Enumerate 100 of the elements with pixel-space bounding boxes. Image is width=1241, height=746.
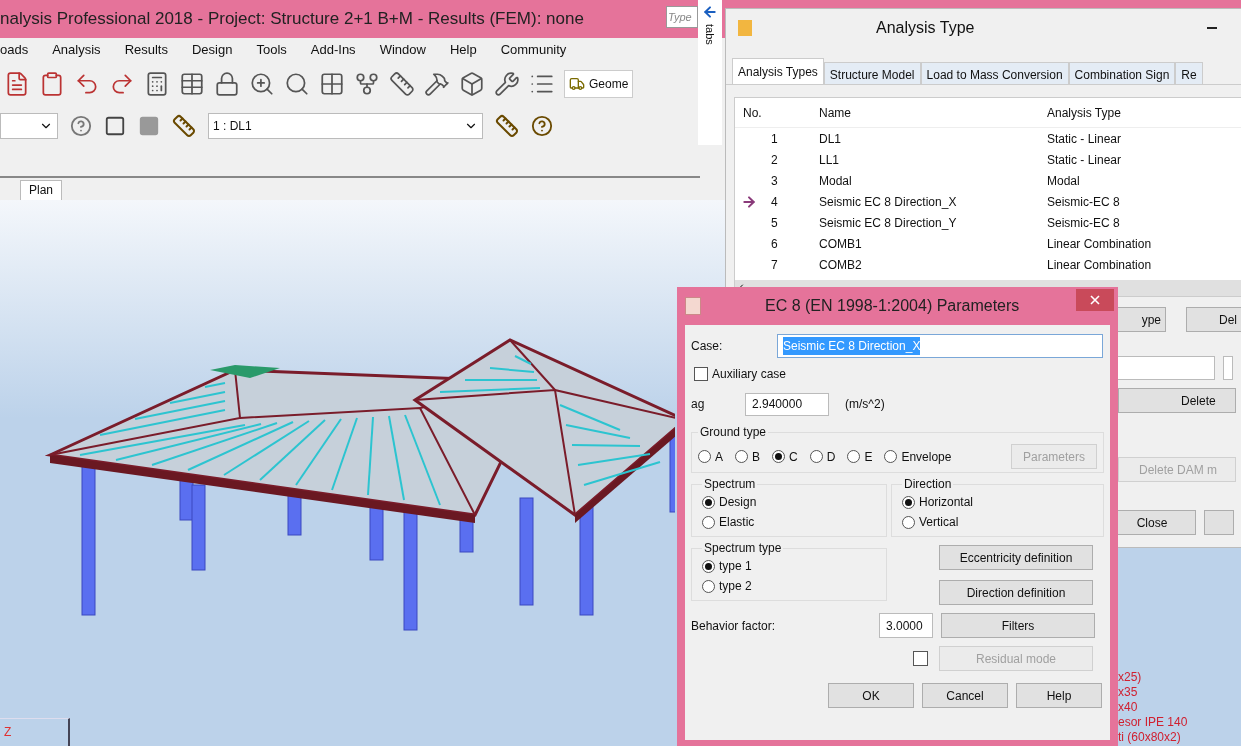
behavior-factor-field[interactable]: 3.0000: [879, 613, 933, 638]
menu-item[interactable]: Add-Ins: [310, 40, 356, 60]
menu-item[interactable]: Tools: [256, 40, 287, 60]
radio-button[interactable]: [772, 450, 786, 463]
radio-button[interactable]: [884, 450, 898, 463]
menu-item[interactable]: Analysis: [52, 40, 101, 60]
table-cell-text: 2: [771, 151, 778, 169]
close-icon: [1090, 295, 1100, 305]
table-cell-text: COMB1: [818, 235, 863, 253]
ruler-icon[interactable]: [389, 71, 415, 97]
dialog-button[interactable]: Delete: [1118, 388, 1236, 413]
table-cell-text: 6: [771, 235, 778, 253]
table-cell-text: 1: [771, 130, 778, 148]
radio-label: type 2: [719, 578, 752, 595]
tab[interactable]: Analysis Types: [732, 58, 824, 84]
radio-label: E: [864, 448, 873, 466]
table-cell-text: LL1: [818, 151, 841, 169]
menu-item[interactable]: Design: [192, 40, 233, 60]
ag-field[interactable]: 2.940000: [745, 392, 829, 416]
radio-button[interactable]: [702, 515, 715, 529]
table-cell-text: 4: [771, 193, 778, 211]
cube-icon[interactable]: [459, 71, 485, 97]
legend-text: x40: [1118, 700, 1139, 715]
tab[interactable]: Re: [1175, 62, 1203, 84]
radio-button[interactable]: [735, 450, 748, 463]
group-label: Spectrum type: [703, 540, 783, 557]
menu-item[interactable]: oads: [0, 40, 29, 60]
dialog-button[interactable]: Cancel: [922, 683, 1008, 708]
frame-icon[interactable]: [104, 115, 126, 137]
dialog-button[interactable]: Del: [1186, 307, 1241, 332]
grid-icon[interactable]: [319, 71, 345, 97]
radio-button[interactable]: [902, 495, 915, 509]
menu-item[interactable]: Community: [500, 40, 567, 60]
wrench-icon[interactable]: [494, 71, 520, 97]
group-label: Ground type: [699, 424, 768, 441]
geometry-button[interactable]: Geome: [564, 70, 634, 98]
column-header: Analysis Type: [1046, 104, 1121, 122]
dialog-button[interactable]: Eccentricity definition: [939, 545, 1093, 570]
radio-label: D: [826, 448, 836, 466]
field-label: Case:: [691, 338, 724, 355]
checkbox[interactable]: [694, 367, 708, 381]
dialog-title: EC 8 (EN 1998-1:2004) Parameters: [765, 296, 1020, 316]
tab[interactable]: Structure Model: [823, 62, 921, 84]
radio-button[interactable]: [702, 559, 715, 573]
search-field[interactable]: Type: [666, 6, 698, 28]
checkbox-label: Auxiliary case: [712, 366, 787, 383]
dialog-button[interactable]: Filters: [941, 613, 1095, 638]
view-tab[interactable]: Plan: [20, 180, 63, 200]
lock-icon[interactable]: [214, 71, 240, 97]
radio-label: Elastic: [719, 514, 755, 531]
menu-item[interactable]: Help: [449, 40, 477, 60]
radio-button[interactable]: [698, 450, 711, 463]
search-icon[interactable]: [284, 71, 310, 97]
radio-label: C: [789, 448, 798, 466]
app-logo-icon: [738, 20, 752, 36]
document-icon[interactable]: [4, 71, 30, 97]
table-cell-text: Modal: [1046, 172, 1080, 190]
column-header: Name: [818, 104, 852, 122]
table-cell-text: COMB2: [818, 256, 863, 274]
radio-label: B: [752, 448, 761, 466]
help-icon[interactable]: [70, 115, 92, 137]
legend-text: x35: [1118, 685, 1139, 700]
calculator-icon[interactable]: [144, 71, 170, 97]
table-icon[interactable]: [179, 71, 205, 97]
radio-label: Envelope: [901, 448, 952, 466]
menu-item[interactable]: Results: [124, 40, 168, 60]
close-button[interactable]: [1076, 289, 1114, 311]
legend-text: ti (60x80x2): [1118, 730, 1182, 745]
menu-item[interactable]: Window: [379, 40, 426, 60]
clipboard-icon[interactable]: [39, 71, 65, 97]
side-tab[interactable]: tabs: [701, 24, 719, 45]
group-label: Spectrum: [703, 476, 757, 493]
dialog-button[interactable]: Help: [1016, 683, 1102, 708]
input-field[interactable]: [1223, 356, 1233, 380]
radio-label: A: [715, 448, 723, 466]
app-logo-icon: [685, 297, 701, 315]
help-icon[interactable]: [531, 115, 553, 137]
legend-text: esor IPE 140: [1118, 715, 1188, 730]
radio-label: Vertical: [919, 514, 959, 531]
tab[interactable]: Load to Mass Conversion: [920, 62, 1069, 84]
radio-label: Horizontal: [919, 494, 974, 511]
radio-button[interactable]: [809, 450, 823, 463]
load-case-dropdown[interactable]: 1 : DL1: [208, 113, 483, 139]
hammer-icon[interactable]: [424, 71, 450, 97]
radio-button[interactable]: [847, 450, 861, 463]
table-cell-text: Linear Combination: [1046, 235, 1152, 253]
table-cell-text: 3: [771, 172, 778, 190]
table-cell-text: DL1: [818, 130, 842, 148]
fork-icon[interactable]: [354, 71, 380, 97]
tab[interactable]: Combination Sign: [1068, 62, 1176, 84]
dialog-button[interactable]: OK: [828, 683, 914, 708]
radio-button[interactable]: [902, 515, 915, 529]
radio-button[interactable]: [702, 495, 715, 509]
dialog-button[interactable]: Direction definition: [939, 580, 1093, 605]
radio-label: type 1: [719, 558, 752, 575]
radio-button[interactable]: [702, 579, 715, 593]
group-label: Direction: [903, 476, 953, 493]
zoom-icon[interactable]: [249, 71, 275, 97]
table-cell-text: 7: [771, 256, 778, 274]
table-cell-text: Seismic EC 8 Direction_Y: [818, 214, 958, 232]
